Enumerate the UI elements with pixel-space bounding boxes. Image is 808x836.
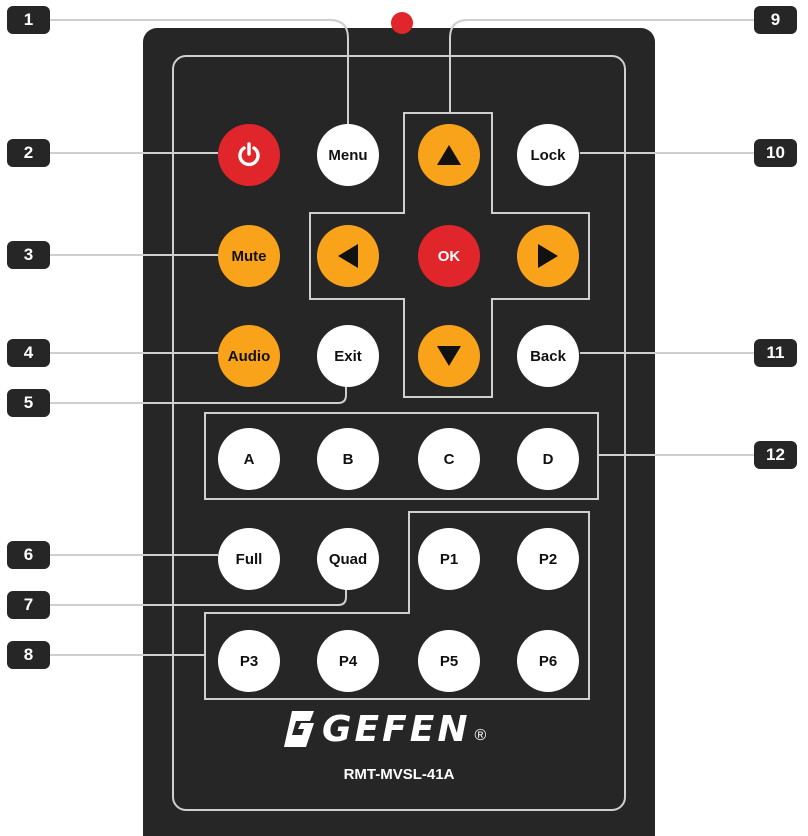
arrow-left-icon — [338, 244, 358, 268]
callout-9: 9 — [754, 6, 797, 34]
preset-p1-label: P1 — [439, 550, 459, 568]
quad-button[interactable]: Quad — [317, 528, 379, 590]
exit-button[interactable]: Exit — [317, 325, 379, 387]
callout-1: 1 — [7, 6, 50, 34]
arrow-right-icon — [538, 244, 558, 268]
gefen-logo: GEFEN ® — [282, 704, 522, 754]
callout-2: 2 — [7, 139, 50, 167]
ok-button[interactable]: OK — [418, 225, 480, 287]
arrow-down-icon — [437, 346, 461, 366]
preset-p1-button[interactable]: P1 — [418, 528, 480, 590]
preset-p2-button[interactable]: P2 — [517, 528, 579, 590]
lock-button[interactable]: Lock — [517, 124, 579, 186]
menu-button[interactable]: Menu — [317, 124, 379, 186]
input-b-button[interactable]: B — [317, 428, 379, 490]
callout-6: 6 — [7, 541, 50, 569]
preset-p2-label: P2 — [538, 550, 558, 568]
audio-button[interactable]: Audio — [218, 325, 280, 387]
preset-p5-label: P5 — [439, 652, 459, 670]
preset-p3-button[interactable]: P3 — [218, 630, 280, 692]
input-a-button[interactable]: A — [218, 428, 280, 490]
input-a-label: A — [243, 450, 255, 468]
full-button-label: Full — [235, 550, 263, 568]
down-button[interactable] — [418, 325, 480, 387]
exit-button-label: Exit — [334, 347, 362, 365]
back-button-label: Back — [530, 347, 566, 365]
preset-p6-label: P6 — [538, 652, 558, 670]
preset-p4-label: P4 — [338, 652, 358, 670]
lock-button-label: Lock — [530, 146, 566, 164]
input-c-button[interactable]: C — [418, 428, 480, 490]
registered-mark: ® — [474, 727, 487, 744]
preset-p4-button[interactable]: P4 — [317, 630, 379, 692]
left-button[interactable] — [317, 225, 379, 287]
quad-button-label: Quad — [328, 550, 368, 568]
back-button[interactable]: Back — [517, 325, 579, 387]
preset-p3-label: P3 — [239, 652, 259, 670]
up-button[interactable] — [418, 124, 480, 186]
callout-4: 4 — [7, 339, 50, 367]
preset-p6-button[interactable]: P6 — [517, 630, 579, 692]
input-b-label: B — [342, 450, 354, 468]
power-button[interactable] — [218, 124, 280, 186]
audio-button-label: Audio — [227, 347, 271, 365]
callout-3: 3 — [7, 241, 50, 269]
full-button[interactable]: Full — [218, 528, 280, 590]
callout-10: 10 — [754, 139, 797, 167]
remote-diagram: Menu Lock Mute OK Audio Exit Back A B C … — [0, 0, 808, 836]
mute-button[interactable]: Mute — [218, 225, 280, 287]
power-icon — [238, 142, 260, 167]
right-button[interactable] — [517, 225, 579, 287]
ok-button-label: OK — [437, 247, 461, 265]
arrow-up-icon — [437, 145, 461, 165]
input-d-label: D — [542, 450, 554, 468]
mute-button-label: Mute — [231, 247, 267, 265]
brand-name: GEFEN — [322, 708, 471, 750]
callout-8: 8 — [7, 641, 50, 669]
gefen-logo-mark-icon — [284, 711, 314, 747]
preset-p5-button[interactable]: P5 — [418, 630, 480, 692]
callout-7: 7 — [7, 591, 50, 619]
callout-12: 12 — [754, 441, 797, 469]
menu-button-label: Menu — [328, 146, 368, 164]
callout-5: 5 — [7, 389, 50, 417]
callout-11: 11 — [754, 339, 797, 367]
input-d-button[interactable]: D — [517, 428, 579, 490]
model-number: RMT-MVSL-41A — [343, 766, 455, 783]
input-c-label: C — [443, 450, 455, 468]
